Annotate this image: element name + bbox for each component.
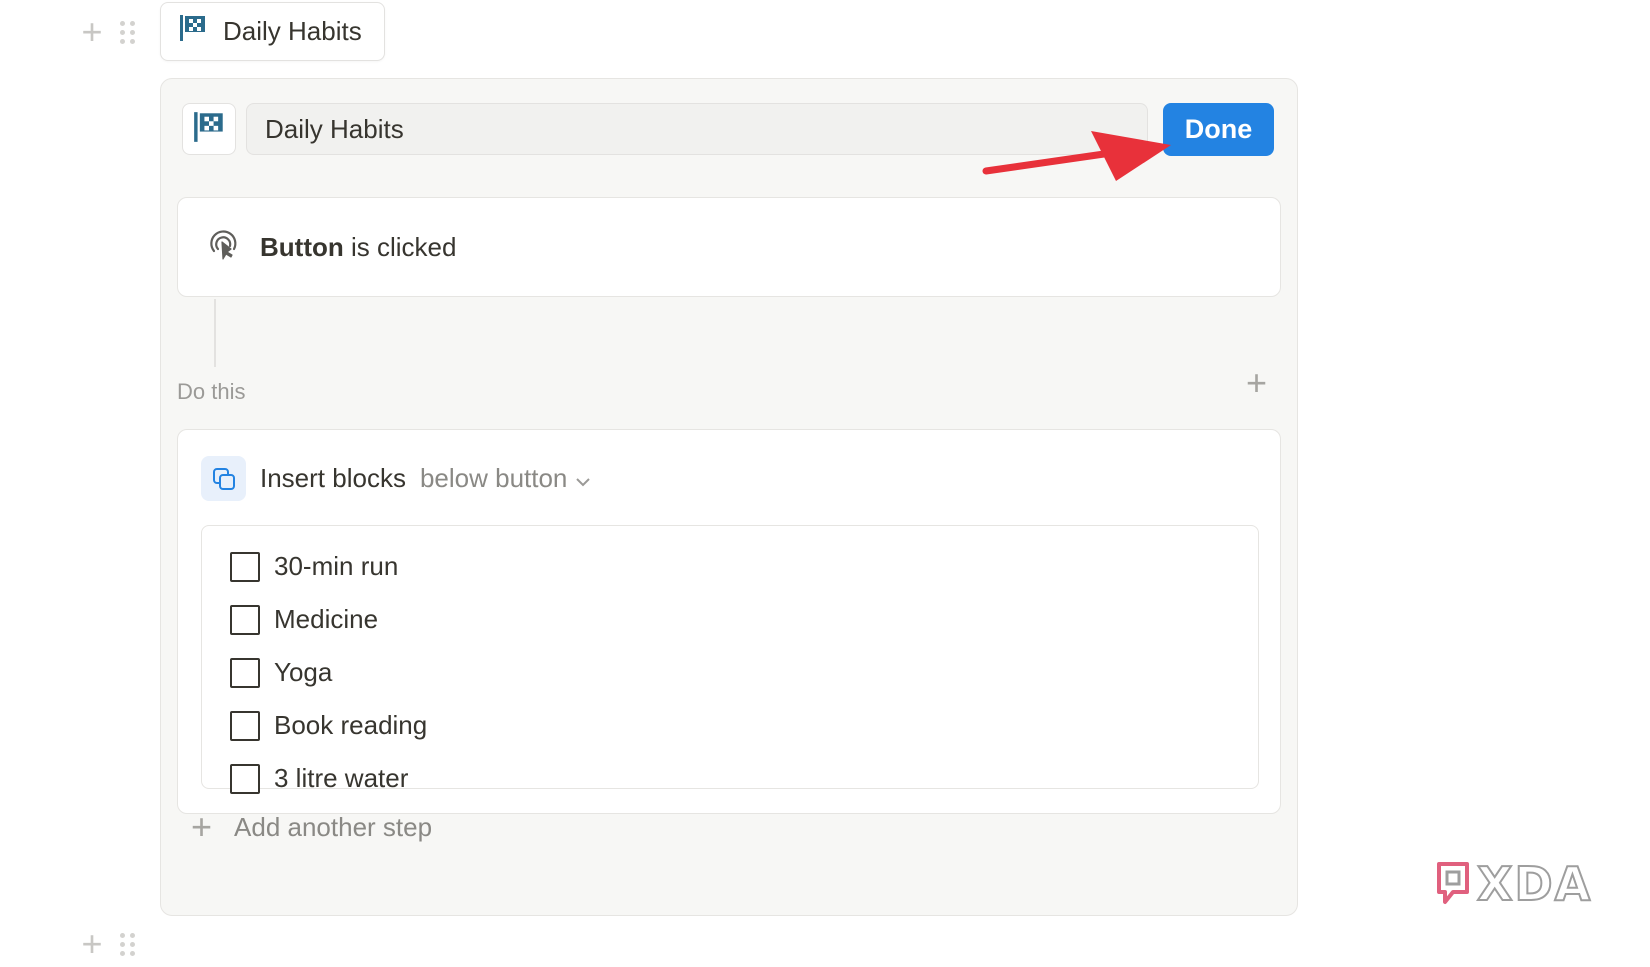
add-another-step-button[interactable]: + Add another step [191,809,432,845]
todo-item: Yoga [230,646,1258,699]
insert-position-label: below button [419,463,568,493]
copy-blocks-icon [201,456,246,501]
cursor-click-icon [206,227,240,268]
todo-checkbox[interactable] [230,657,260,688]
insert-position-dropdown[interactable]: below button [420,463,591,494]
plus-icon: + [191,806,213,847]
daily-habits-button[interactable]: Daily Habits [160,2,385,61]
checkered-flag-icon [179,14,207,49]
icon-picker[interactable] [182,103,236,155]
xda-logo-icon [1435,858,1471,911]
step-connector [214,299,216,367]
todo-checkbox[interactable] [230,763,260,794]
todo-item: Medicine [230,593,1258,646]
todo-label[interactable]: Book reading [274,710,427,741]
trigger-rest: is clicked [343,231,457,262]
insert-blocks-card: Insert blocks below button 30-min run Me… [177,429,1281,814]
todo-label[interactable]: Yoga [274,657,332,688]
block-gutter-bottom: + [78,926,135,962]
inserted-blocks-list[interactable]: 30-min run Medicine Yoga Book reading 3 … [201,525,1259,794]
todo-label[interactable]: Medicine [274,604,378,635]
add-block-icon[interactable]: + [78,926,106,962]
todo-checkbox[interactable] [230,604,260,635]
chevron-down-icon [575,463,591,494]
watermark-text: XDA [1476,856,1593,912]
add-block-icon[interactable]: + [78,14,106,50]
todo-label[interactable]: 3 litre water [274,763,408,794]
block-gutter-top: + [78,14,135,50]
drag-handle-icon[interactable] [120,20,135,44]
section-label: Do this [177,379,246,404]
button-editor-panel: Done Button is clicked Do this + Insert … [160,78,1298,916]
todo-item: 3 litre water [230,752,1258,805]
trigger-bold: Button [260,231,344,262]
trigger-text: Button is clicked [260,232,456,263]
add-step-label: Add another step [234,811,433,842]
add-action-icon[interactable]: + [1246,365,1267,401]
checkered-flag-icon [193,111,225,148]
todo-checkbox[interactable] [230,710,260,741]
annotation-arrow-icon [982,131,1171,181]
button-label: Daily Habits [223,16,362,46]
drag-handle-icon[interactable] [120,932,135,956]
action-header: Insert blocks below button [201,456,591,501]
trigger-card[interactable]: Button is clicked [177,197,1281,297]
todo-item: 30-min run [230,540,1258,593]
todo-checkbox[interactable] [230,551,260,582]
xda-watermark-logo: XDA [1435,856,1593,912]
todo-item: Book reading [230,699,1258,752]
action-title: Insert blocks [260,463,406,493]
todo-label[interactable]: 30-min run [274,551,398,582]
